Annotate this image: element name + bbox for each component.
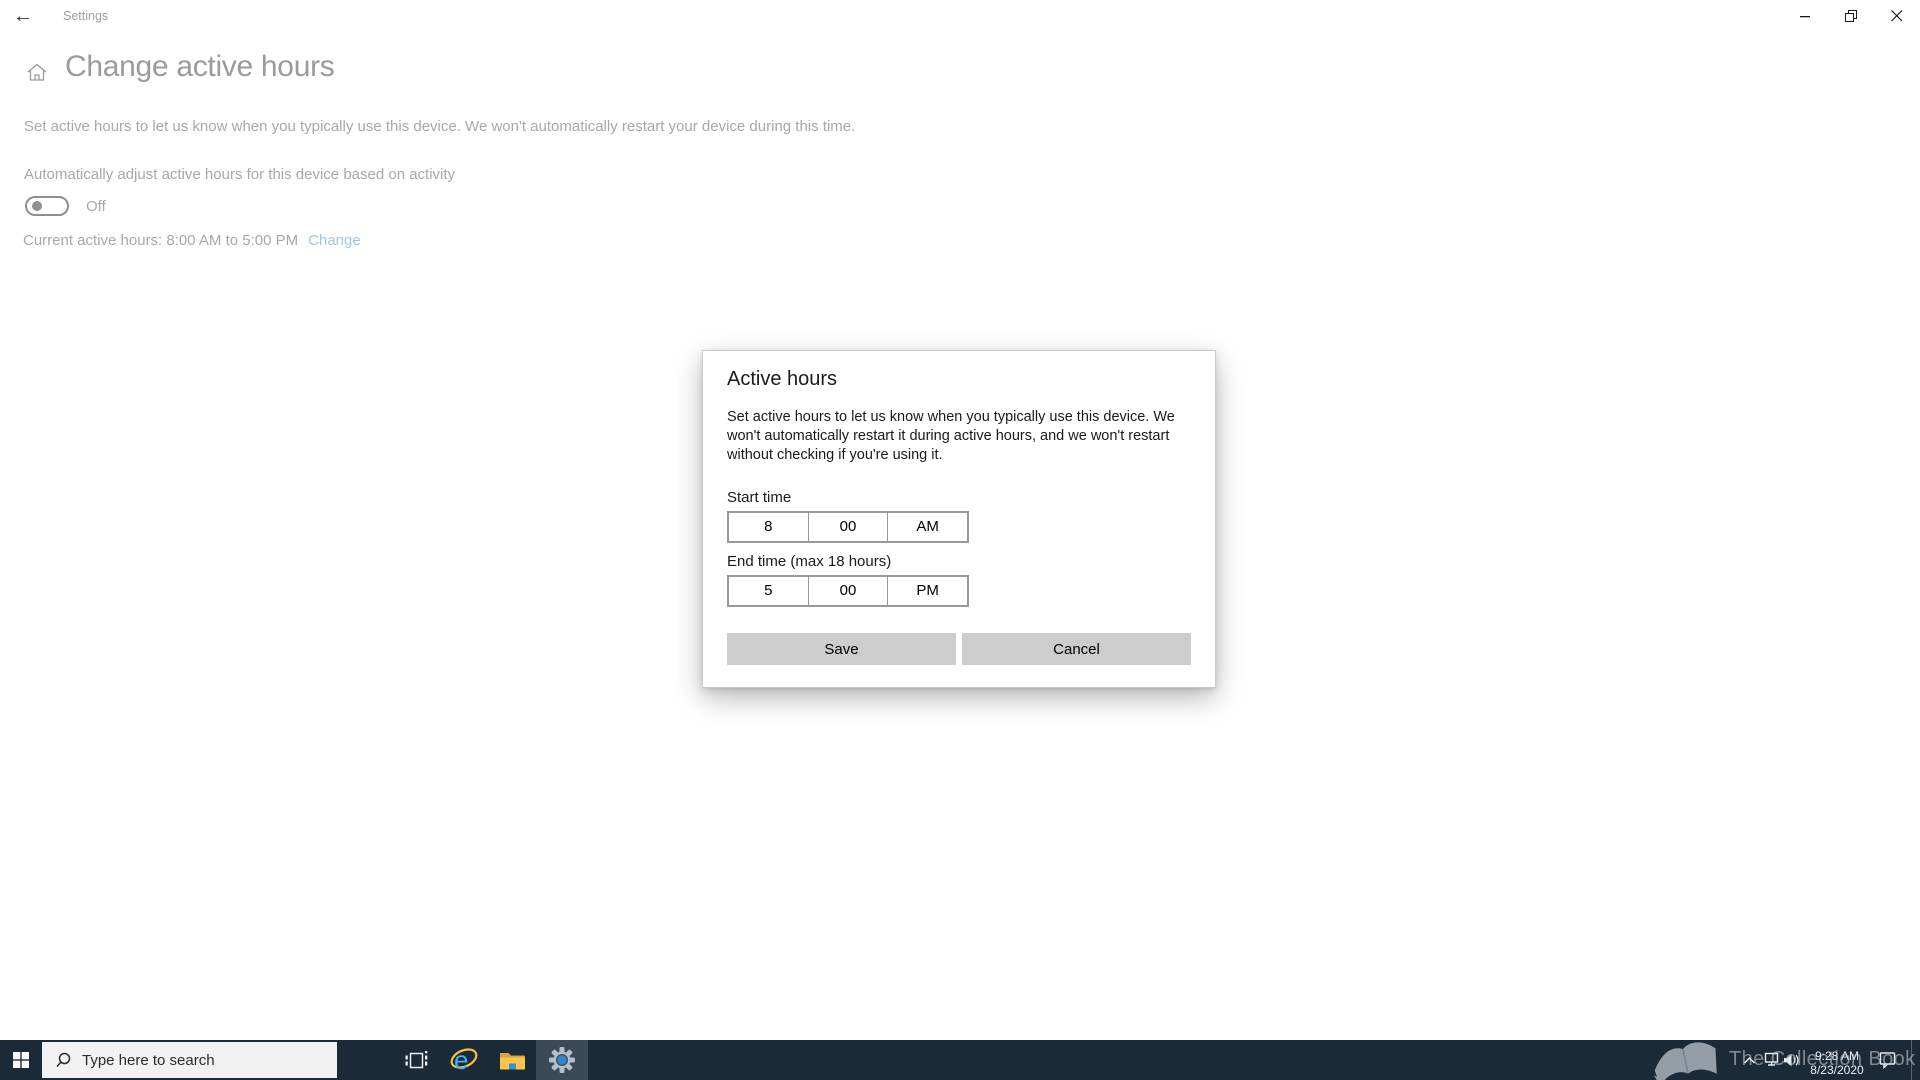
clock[interactable]: 9:28 AM 8/23/2020 xyxy=(1806,1040,1868,1080)
file-explorer-icon xyxy=(499,1052,525,1069)
restore-button[interactable] xyxy=(1828,0,1874,32)
svg-text:e: e xyxy=(454,1045,468,1075)
show-desktop-button[interactable] xyxy=(1911,1040,1920,1080)
minimize-button[interactable] xyxy=(1782,0,1828,32)
page-description: Set active hours to let us know when you… xyxy=(24,118,856,135)
start-minute-cell[interactable]: 00 xyxy=(807,513,888,541)
action-center-icon xyxy=(1879,1052,1896,1069)
window-controls xyxy=(1782,0,1920,32)
taskbar: e xyxy=(0,1040,1920,1080)
end-time-label: End time (max 18 hours) xyxy=(727,553,892,570)
close-button[interactable] xyxy=(1874,0,1920,32)
task-view-button[interactable] xyxy=(392,1040,440,1080)
back-arrow-icon: ← xyxy=(13,5,33,27)
chevron-up-icon xyxy=(1743,1056,1755,1064)
start-time-picker[interactable]: 8 00 AM xyxy=(727,511,969,543)
end-minute-cell[interactable]: 00 xyxy=(807,577,888,605)
start-time-label: Start time xyxy=(727,489,792,506)
toggle-state-label: Off xyxy=(86,198,106,215)
search-input[interactable] xyxy=(82,1051,312,1069)
end-hour-cell[interactable]: 5 xyxy=(729,577,808,605)
task-view-icon xyxy=(405,1051,428,1069)
speaker-icon xyxy=(1784,1053,1799,1066)
home-icon xyxy=(26,62,48,88)
change-link[interactable]: Change xyxy=(308,232,361,249)
start-button[interactable] xyxy=(0,1040,42,1080)
current-hours-text: Current active hours: 8:00 AM to 5:00 PM… xyxy=(23,232,361,249)
internet-explorer-icon: e xyxy=(450,1045,478,1075)
network-icon xyxy=(1764,1052,1778,1066)
start-hour-cell[interactable]: 8 xyxy=(729,513,808,541)
settings-app-button[interactable] xyxy=(536,1040,588,1080)
dialog-title: Active hours xyxy=(727,368,838,390)
auto-adjust-label: Automatically adjust active hours for th… xyxy=(24,166,456,183)
restore-icon xyxy=(1844,9,1857,22)
cancel-button[interactable]: Cancel xyxy=(962,633,1191,665)
file-explorer-button[interactable] xyxy=(488,1040,536,1080)
clock-time: 9:28 AM xyxy=(1814,1049,1860,1063)
windows-logo-icon xyxy=(13,1052,29,1068)
dialog-body-text: Set active hours to let us know when you… xyxy=(727,409,1175,463)
current-hours-value: Current active hours: 8:00 AM to 5:00 PM xyxy=(23,232,299,249)
internet-explorer-button[interactable]: e xyxy=(440,1040,488,1080)
window-title: Settings xyxy=(63,9,109,23)
dialog-buttons: Save Cancel xyxy=(727,633,1191,665)
action-center-button[interactable] xyxy=(1872,1040,1904,1080)
titlebar: ← Settings xyxy=(0,0,1920,32)
page-title: Change active hours xyxy=(65,50,335,83)
save-button[interactable]: Save xyxy=(727,633,956,665)
volume-tray-button[interactable] xyxy=(1780,1040,1804,1080)
toggle-knob xyxy=(32,201,42,211)
minimize-icon xyxy=(1799,15,1810,17)
start-period-cell[interactable]: AM xyxy=(887,513,968,541)
search-icon xyxy=(56,1052,71,1067)
end-time-picker[interactable]: 5 00 PM xyxy=(727,575,969,607)
clock-date: 8/23/2020 xyxy=(1810,1063,1864,1077)
auto-adjust-toggle[interactable] xyxy=(25,196,69,216)
taskbar-search xyxy=(42,1042,337,1078)
back-button[interactable]: ← xyxy=(0,0,46,32)
end-period-cell[interactable]: PM xyxy=(887,577,968,605)
settings-gear-icon xyxy=(549,1047,575,1073)
close-icon xyxy=(1891,10,1903,22)
settings-window: ← Settings Change active hours Set activ… xyxy=(0,0,1920,1080)
active-hours-dialog: Active hours Set active hours to let us … xyxy=(702,350,1216,688)
hidden-icons-chevron[interactable] xyxy=(1737,1040,1761,1080)
